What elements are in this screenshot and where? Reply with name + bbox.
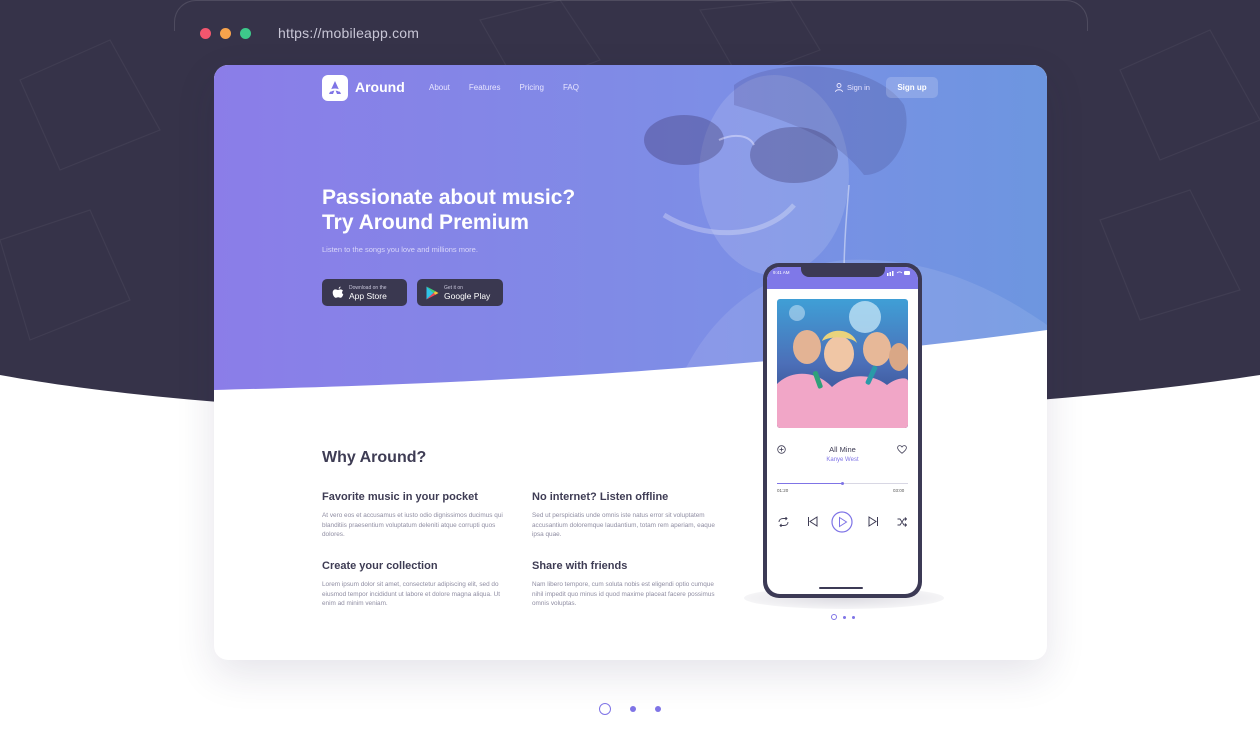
repeat-icon[interactable]	[778, 517, 789, 527]
user-icon	[835, 83, 843, 92]
feature-title: Create your collection	[322, 560, 438, 572]
address-bar-url[interactable]: https://mobileapp.com	[278, 25, 419, 41]
logo-icon[interactable]	[322, 75, 348, 101]
nav-link-features[interactable]: Features	[469, 83, 501, 92]
album-art	[777, 299, 908, 428]
feature-card: Share with friends Nam libero tempore, c…	[532, 560, 718, 609]
progress-knob[interactable]	[841, 481, 844, 485]
app-store-small-label: Download on the	[349, 284, 387, 291]
window-controls	[200, 28, 251, 39]
status-bar: 9:41 AM	[767, 267, 918, 289]
app-store-label: App Store	[349, 290, 387, 301]
feature-text: Sed ut perspiciatis unde omnis iste natu…	[532, 512, 715, 539]
nav-links: About Features Pricing FAQ	[429, 83, 579, 92]
feature-title: No internet? Listen offline	[532, 491, 669, 503]
carousel-dot[interactable]	[655, 706, 661, 712]
total-time: 03:00	[893, 488, 905, 493]
status-time: 9:41 AM	[773, 270, 790, 275]
slide-carousel-dots	[599, 703, 661, 715]
google-play-icon	[426, 286, 439, 299]
app-store-button[interactable]: Download on the App Store	[322, 279, 407, 306]
progress-fill	[777, 483, 843, 484]
nav-link-faq[interactable]: FAQ	[563, 83, 579, 92]
minimize-dot[interactable]	[220, 28, 231, 39]
progress-bar[interactable]	[777, 481, 908, 485]
sign-in-link[interactable]: Sign in	[835, 83, 870, 92]
hero-title-line1: Passionate about music?	[322, 186, 576, 209]
sign-up-button[interactable]: Sign up	[886, 77, 938, 98]
song-artist[interactable]: Kanye West	[767, 457, 918, 463]
logo-text[interactable]: Around	[355, 79, 405, 95]
carousel-dot[interactable]	[843, 615, 846, 619]
carousel-dot[interactable]	[852, 615, 855, 619]
phone-mockup: 9:41 AM All Mine Kanye West 01:20 03:00	[763, 263, 922, 598]
feature-text: At vero eos et accusamus et iusto odio d…	[322, 512, 503, 539]
hero-subtitle: Listen to the songs you love and million…	[322, 245, 478, 254]
feature-title: Favorite music in your pocket	[322, 491, 478, 503]
top-nav: Around About Features Pricing FAQ Sign i…	[322, 75, 942, 101]
google-play-button[interactable]: Get it on Google Play	[417, 279, 503, 306]
song-title: All Mine	[829, 445, 856, 454]
feature-card: No internet? Listen offline Sed ut persp…	[532, 491, 718, 540]
next-icon[interactable]	[868, 516, 879, 527]
feature-card: Favorite music in your pocket At vero eo…	[322, 491, 508, 540]
carousel-dot-active[interactable]	[831, 614, 837, 620]
nav-link-pricing[interactable]: Pricing	[519, 83, 543, 92]
phone-notch	[801, 267, 885, 277]
landing-page: Around About Features Pricing FAQ Sign i…	[214, 65, 1047, 660]
elapsed-time: 01:20	[777, 488, 789, 493]
hero-section: Around About Features Pricing FAQ Sign i…	[214, 65, 1047, 405]
heart-icon[interactable]	[897, 445, 907, 454]
phone-carousel-dots	[831, 614, 855, 620]
apple-icon	[332, 286, 344, 298]
previous-icon[interactable]	[807, 516, 818, 527]
carousel-dot-active[interactable]	[599, 703, 611, 715]
sign-in-label: Sign in	[847, 83, 870, 92]
maximize-dot[interactable]	[240, 28, 251, 39]
close-dot[interactable]	[200, 28, 211, 39]
feature-text: Lorem ipsum dolor sit amet, consectetur …	[322, 581, 500, 608]
home-indicator	[819, 587, 863, 589]
play-button[interactable]	[831, 511, 853, 533]
why-heading: Why Around?	[322, 449, 427, 466]
status-icons	[887, 271, 910, 276]
feature-card: Create your collection Lorem ipsum dolor…	[322, 560, 508, 609]
feature-title: Share with friends	[532, 560, 628, 572]
shuffle-icon[interactable]	[897, 517, 907, 527]
hero-title-line2: Try Around Premium	[322, 211, 529, 234]
hero-title: Passionate about music? Try Around Premi…	[322, 185, 575, 235]
google-play-label: Google Play	[444, 290, 491, 301]
nav-link-about[interactable]: About	[429, 83, 450, 92]
phone-screen: 9:41 AM All Mine Kanye West 01:20 03:00	[767, 267, 918, 594]
hero-wave	[214, 330, 1047, 405]
carousel-dot[interactable]	[630, 706, 636, 712]
feature-text: Nam libero tempore, cum soluta nobis est…	[532, 581, 715, 608]
